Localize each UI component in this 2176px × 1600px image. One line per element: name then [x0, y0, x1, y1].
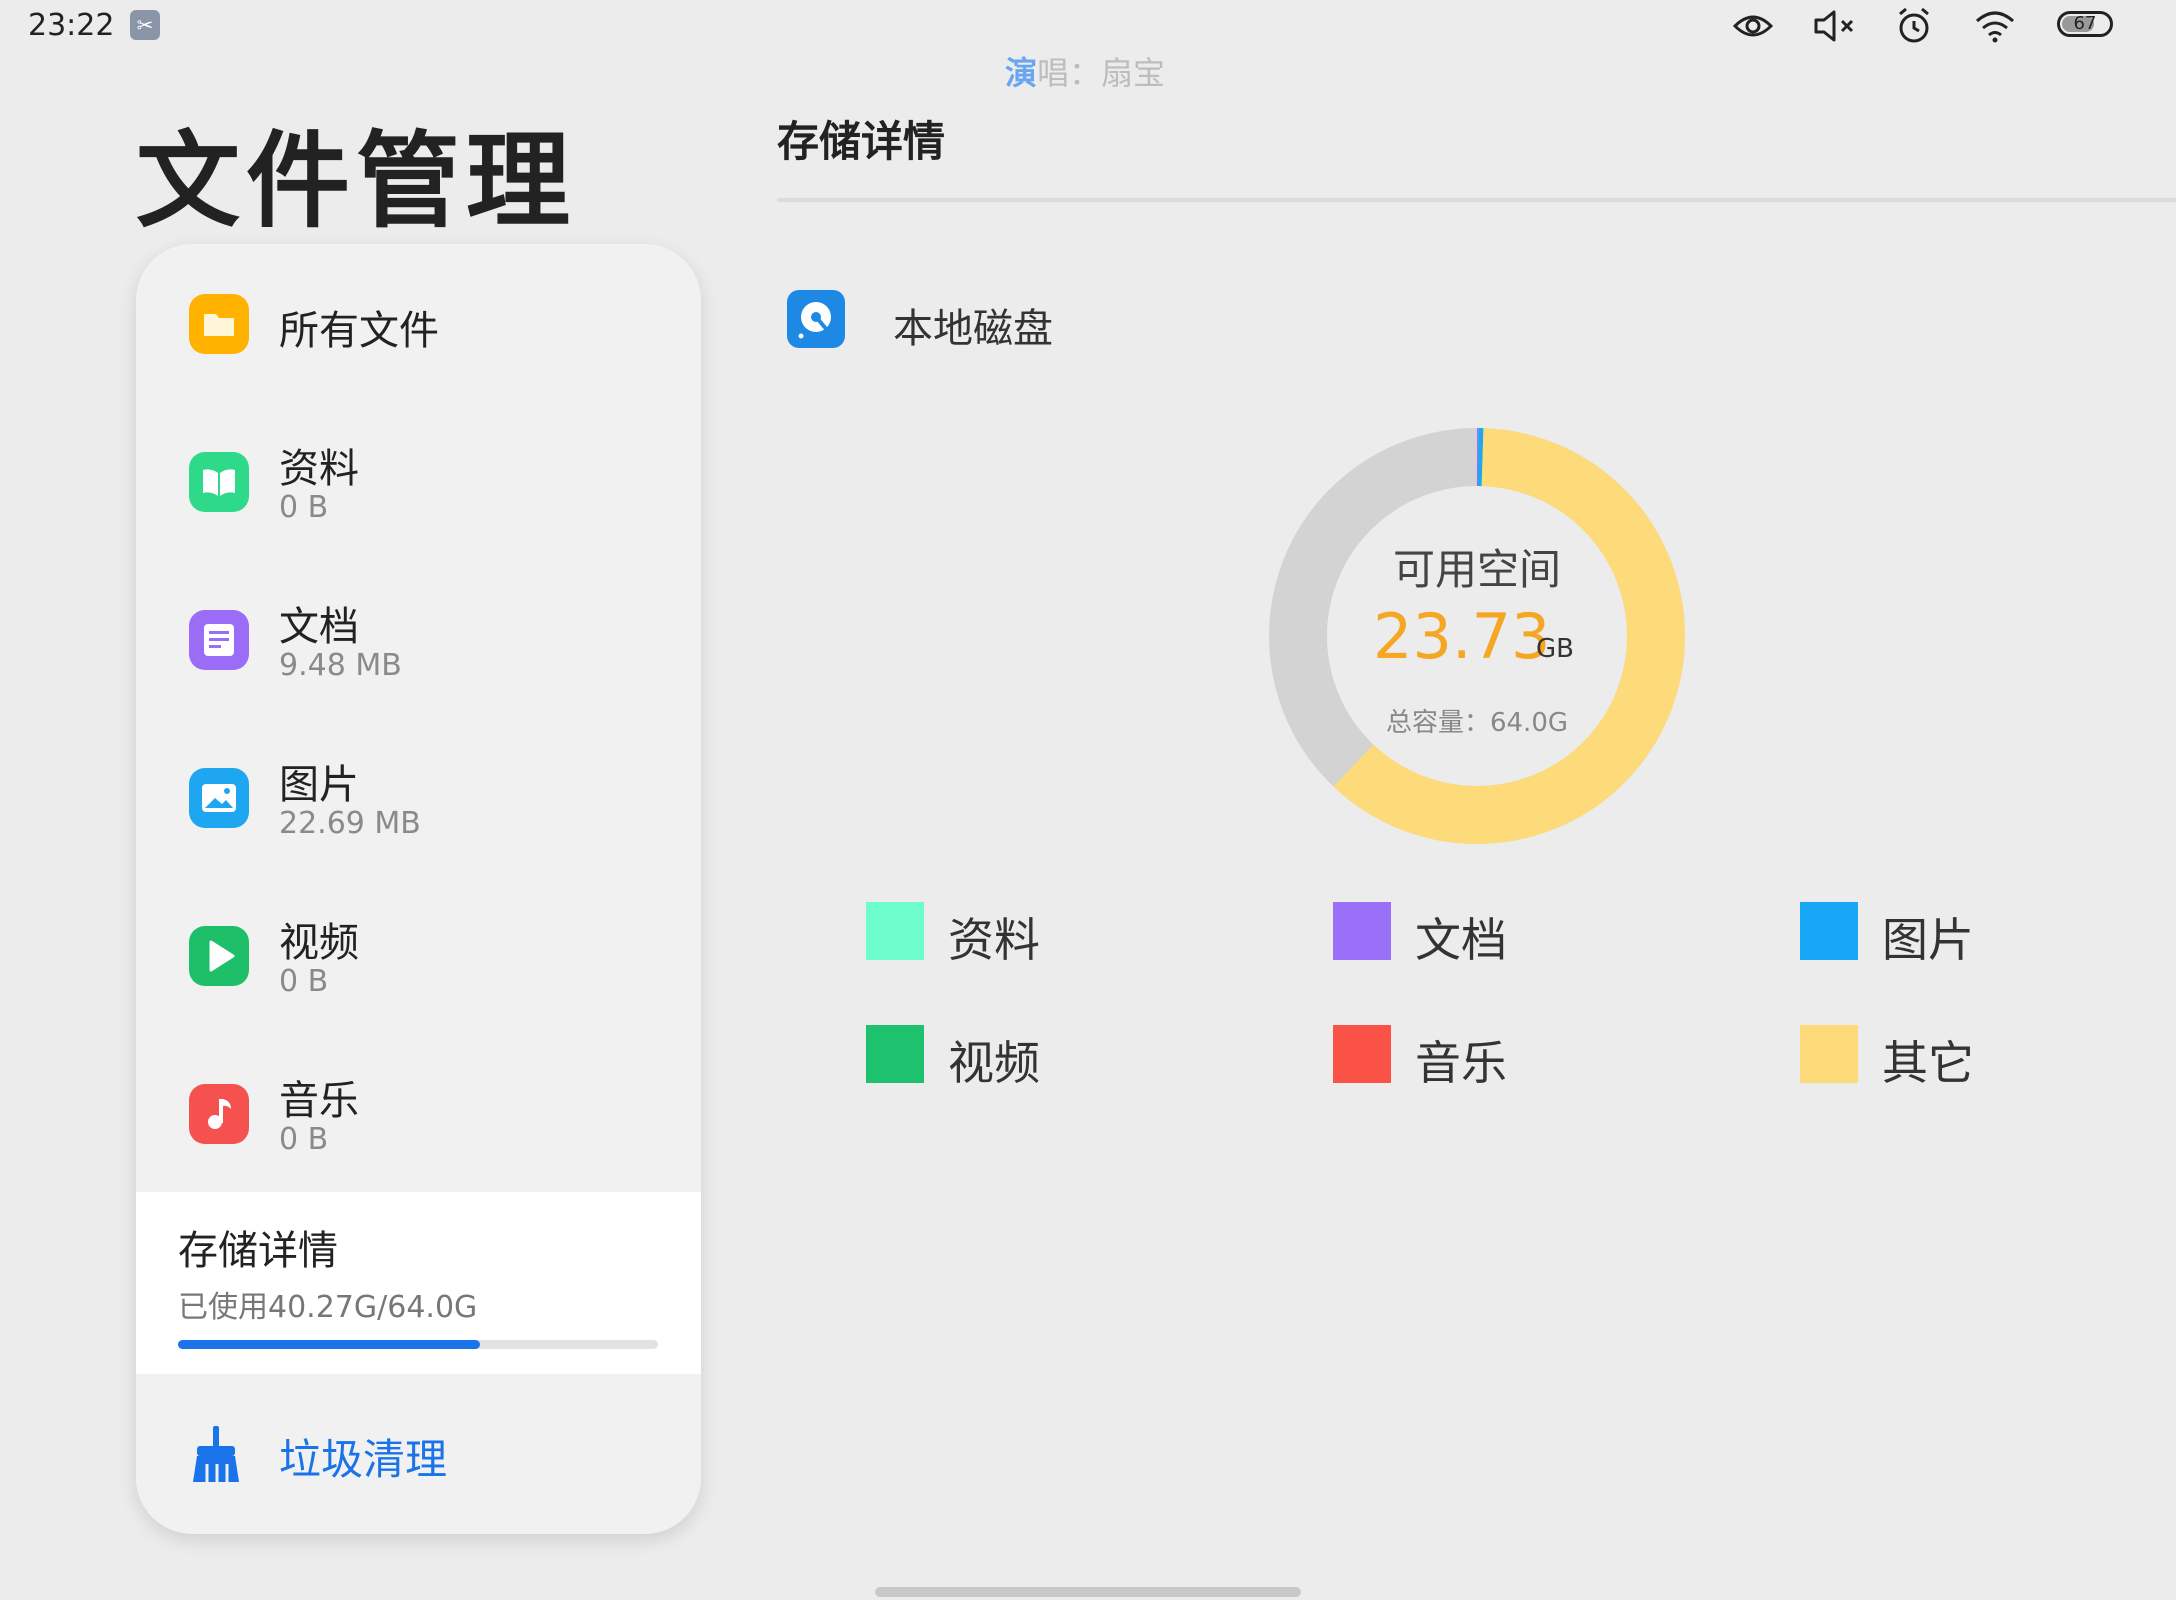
total-capacity: 总容量：64.0G: [1385, 708, 1569, 738]
document-icon: [189, 610, 249, 670]
available-label: 可用空间: [1392, 545, 1561, 594]
sidebar-item-all-files[interactable]: 所有文件: [136, 264, 701, 384]
sidebar-item-label: 所有文件: [279, 308, 439, 354]
status-icons: 67: [1733, 4, 2121, 48]
sidebar-item-size: 22.69 MB: [279, 806, 421, 841]
legend-swatch: [866, 902, 924, 960]
available-value: 23.73: [1373, 600, 1551, 673]
available-unit: GB: [1536, 634, 1574, 664]
sidebar-item-label: 音乐: [279, 1078, 359, 1124]
mute-icon: [1814, 10, 1854, 42]
legend-swatch: [1800, 902, 1858, 960]
legend-swatch: [1800, 1025, 1858, 1083]
sidebar-item-label: 图片: [279, 762, 359, 808]
sidebar-item-documents[interactable]: 文档 9.48 MB: [136, 580, 701, 700]
scissors-app-icon: ✂: [130, 10, 160, 40]
battery-level: 67: [2073, 13, 2097, 34]
junk-clean-button[interactable]: 垃圾清理: [136, 1374, 701, 1534]
sidebar-item-data[interactable]: 资料 0 B: [136, 422, 701, 542]
broom-icon: [189, 1424, 243, 1488]
lyric-text: 唱：扇宝: [1037, 54, 1166, 92]
sidebar-item-size: 0 B: [279, 490, 329, 525]
sidebar-item-size: 0 B: [279, 1122, 329, 1157]
disk-icon: [787, 290, 845, 348]
play-icon: [189, 926, 249, 986]
legend-label: 文档: [1415, 913, 1507, 967]
donut-center: 可用空间 23.73 GB 总容量：64.0G: [1267, 426, 1687, 846]
storage-used-text: 已使用40.27G/64.0G: [178, 1290, 478, 1325]
header-divider: [777, 198, 2176, 202]
junk-clean-label: 垃圾清理: [279, 1435, 448, 1484]
sidebar-item-label: 视频: [279, 920, 359, 966]
page-title: 存储详情: [777, 117, 946, 166]
folder-icon: [189, 294, 249, 354]
storage-title: 存储详情: [178, 1228, 338, 1274]
sidebar-card: 所有文件 资料 0 B 文档 9.48 MB 图片 22.69 MB 视频 0 …: [136, 244, 701, 1534]
legend-label: 资料: [948, 913, 1040, 967]
legend-label: 视频: [948, 1036, 1040, 1090]
lyric-banner: 演唱：扇宝: [1005, 48, 1165, 94]
lyric-highlight: 演: [1005, 54, 1038, 92]
status-time: 23:22: [28, 8, 115, 43]
legend-label: 图片: [1882, 913, 1974, 967]
sidebar-item-label: 资料: [279, 446, 359, 492]
legend-swatch: [1333, 902, 1391, 960]
sidebar-item-music[interactable]: 音乐 0 B: [136, 1054, 701, 1174]
book-icon: [189, 452, 249, 512]
legend-swatch: [866, 1025, 924, 1083]
legend-label: 音乐: [1415, 1036, 1507, 1090]
eye-icon: [1733, 15, 1773, 37]
sidebar-item-storage-details[interactable]: 存储详情 已使用40.27G/64.0G: [136, 1192, 701, 1374]
sidebar-item-videos[interactable]: 视频 0 B: [136, 896, 701, 1016]
battery-icon: 67: [2057, 11, 2121, 41]
image-icon: [189, 768, 249, 828]
storage-progress-fill: [178, 1340, 480, 1349]
wifi-icon: [1976, 11, 2014, 43]
alarm-icon: [1899, 7, 1929, 43]
music-note-icon: [189, 1084, 249, 1144]
app-title: 文件管理: [136, 120, 577, 242]
storage-progress-bar: [178, 1340, 658, 1349]
disk-label[interactable]: 本地磁盘: [893, 296, 1053, 354]
sidebar-item-images[interactable]: 图片 22.69 MB: [136, 738, 701, 858]
legend-label: 其它: [1882, 1036, 1974, 1090]
sidebar-item-size: 0 B: [279, 964, 329, 999]
legend-swatch: [1333, 1025, 1391, 1083]
sidebar-item-label: 文档: [279, 604, 359, 650]
home-indicator[interactable]: [875, 1587, 1301, 1597]
sidebar-item-size: 9.48 MB: [279, 648, 402, 683]
